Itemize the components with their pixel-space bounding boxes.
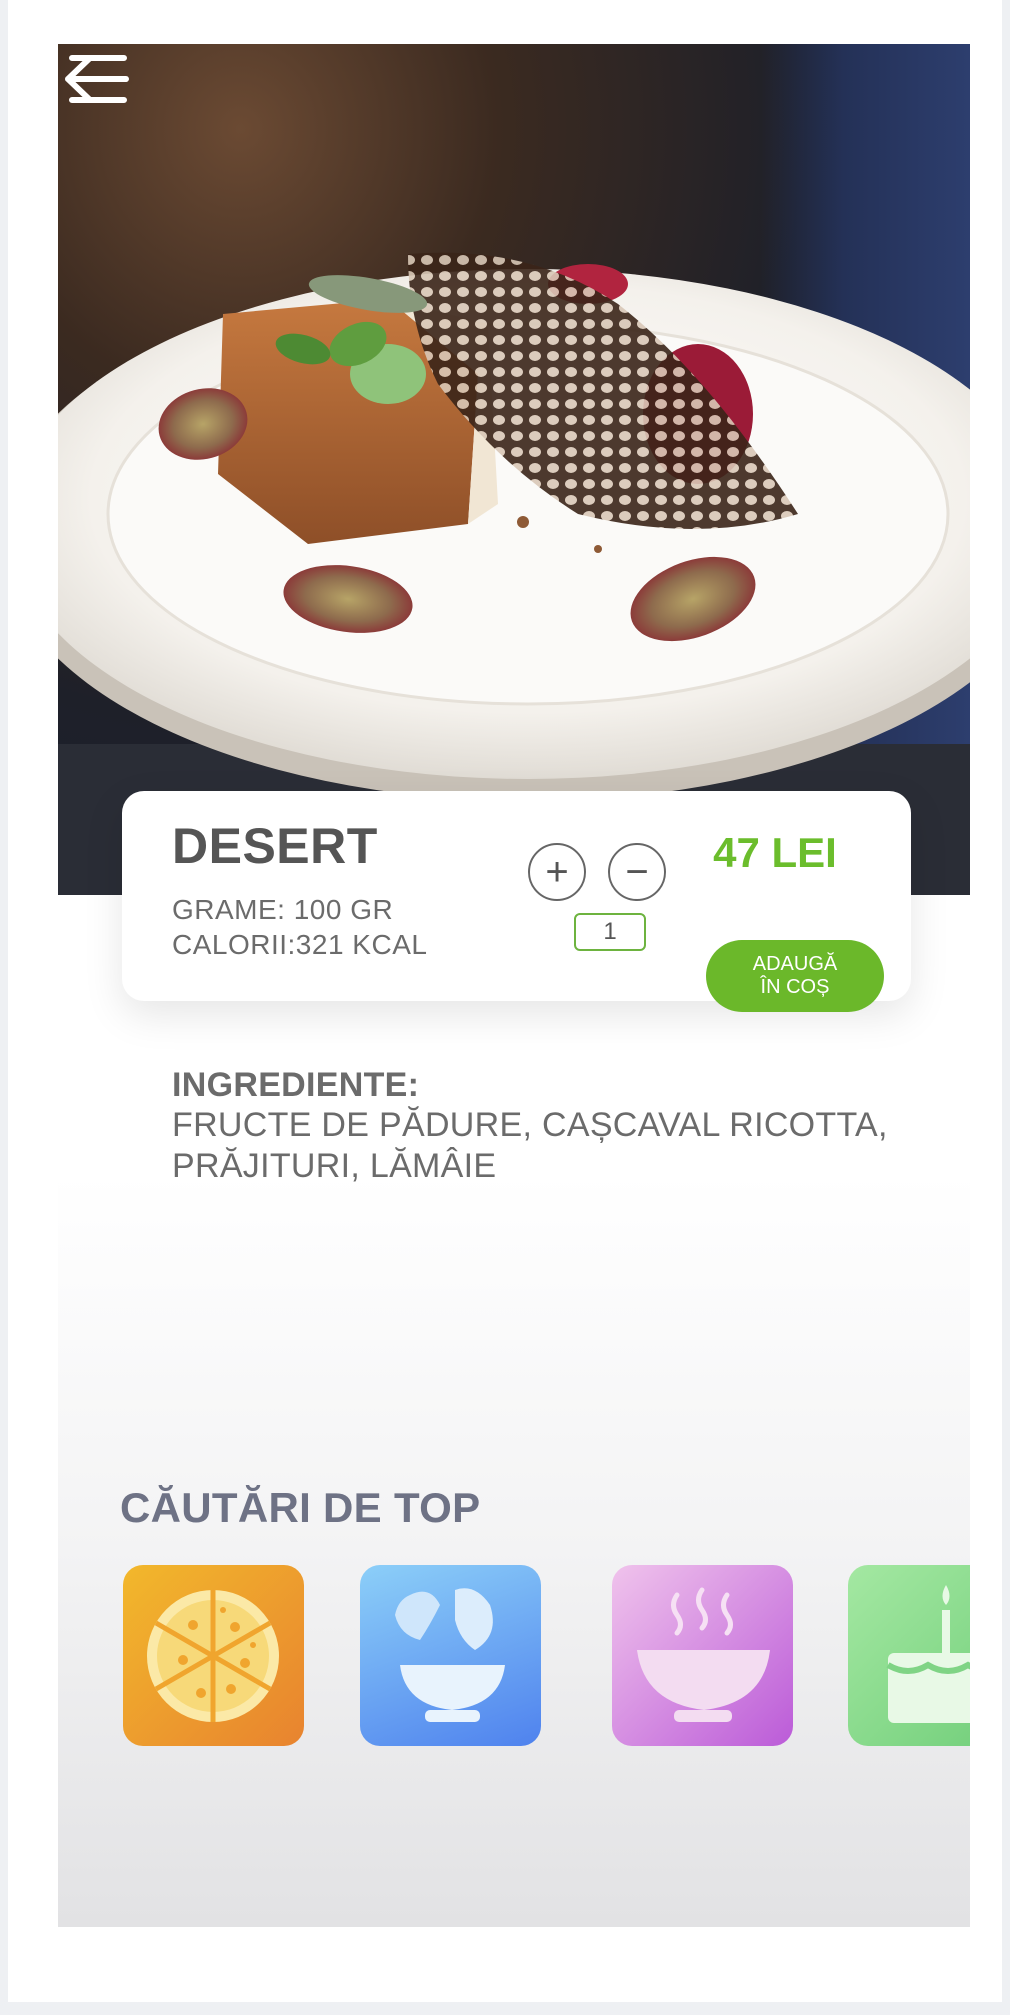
category-soup-tile[interactable]	[612, 1565, 793, 1746]
decrease-quantity-button[interactable]: −	[608, 843, 666, 901]
dish-title: DESERT	[172, 818, 378, 874]
hamburger-menu-icon[interactable]	[58, 44, 138, 114]
quantity-field[interactable]: 1	[574, 913, 646, 951]
dish-calories: CALORII:321 KCAL	[172, 929, 428, 960]
soup-icon	[637, 1587, 770, 1722]
dessert-plate-illustration	[58, 252, 970, 895]
dish-info-card: DESERT GRAME: 100 GR CALORII:321 KCAL + …	[122, 791, 911, 1012]
ingredients-title: INGREDIENTE:	[172, 1066, 420, 1104]
category-salad-tile[interactable]	[360, 1565, 541, 1746]
category-pizza-tile[interactable]	[123, 1565, 304, 1746]
add-to-cart-button[interactable]: ADAUGĂ ÎN COȘ	[706, 940, 884, 1012]
device-frame: DESERT GRAME: 100 GR CALORII:321 KCAL + …	[8, 0, 1002, 2002]
app-screen: DESERT GRAME: 100 GR CALORII:321 KCAL + …	[58, 44, 970, 1927]
pizza-icon	[147, 1590, 279, 1722]
top-searches-title: CĂUTĂRI DE TOP	[120, 1484, 481, 1531]
dish-grams: GRAME: 100 GR	[172, 894, 394, 925]
category-cake-tile[interactable]	[848, 1565, 970, 1746]
dish-photo	[58, 44, 970, 895]
ingredients-section: INGREDIENTE: FRUCTE DE PĂDURE, CAȘCAVAL …	[172, 1066, 932, 1187]
cake-icon	[886, 1585, 970, 1723]
add-to-cart-label-line1: ADAUGĂ	[752, 953, 838, 975]
dish-price: 47 LEI	[713, 829, 837, 876]
increase-quantity-button[interactable]: +	[528, 843, 586, 901]
ingredients-text: FRUCTE DE PĂDURE, CAȘCAVAL RICOTTA, PRĂJ…	[172, 1106, 888, 1185]
salad-icon	[395, 1588, 505, 1722]
add-to-cart-label-line2: ÎN COȘ	[760, 976, 830, 998]
